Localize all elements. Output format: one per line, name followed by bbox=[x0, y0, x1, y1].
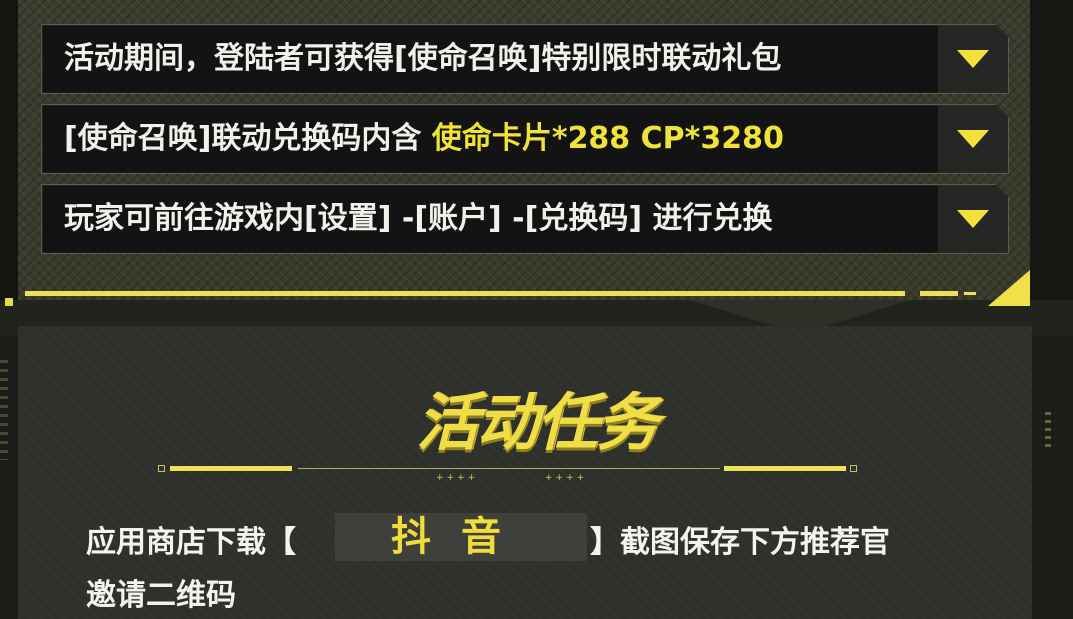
task-text: 应用商店下载【 bbox=[86, 525, 296, 560]
info-row-text: [使命召唤]联动兑换码内含 使命卡片*288 CP*3280 bbox=[64, 105, 784, 173]
title-thin-line bbox=[298, 468, 720, 469]
task-description-line-2: 邀请二维码 bbox=[86, 570, 236, 614]
row-text: [使命召唤]联动兑换码内含 bbox=[64, 121, 432, 156]
section-divider-segment bbox=[964, 292, 976, 295]
section-divider-segment bbox=[920, 291, 958, 296]
info-row-3[interactable]: 玩家可前往游戏内[设置] -[账户] -[兑换码] 进行兑换 bbox=[41, 184, 1009, 254]
title-stars-decoration: ++++ bbox=[436, 473, 479, 483]
task-description-line-1: 应用商店下载【 bbox=[86, 517, 296, 561]
title-underline bbox=[170, 466, 292, 471]
info-row-text: 玩家可前往游戏内[设置] -[账户] -[兑换码] 进行兑换 bbox=[64, 185, 773, 253]
chevron-down-icon bbox=[957, 130, 989, 148]
info-row-2[interactable]: [使命召唤]联动兑换码内含 使命卡片*288 CP*3280 bbox=[41, 104, 1009, 174]
decoration-square bbox=[5, 298, 13, 306]
left-edge bbox=[0, 0, 18, 310]
info-row-text: 活动期间，登陆者可获得[使命召唤]特别限时联动礼包 bbox=[64, 25, 781, 93]
title-underline bbox=[724, 466, 846, 471]
corner-decoration bbox=[988, 270, 1030, 306]
task-text: 】截图保存下方推荐官 bbox=[590, 525, 890, 560]
section-title: 活动任务 bbox=[416, 386, 658, 459]
row-highlight: 使命卡片*288 CP*3280 bbox=[431, 121, 784, 156]
chevron-down-icon bbox=[957, 50, 989, 68]
row-text: 活动期间，登陆者可获得[使命召唤]特别限时联动礼包 bbox=[64, 41, 782, 76]
chevron-down-icon bbox=[957, 210, 989, 228]
info-row-1[interactable]: 活动期间，登陆者可获得[使命召唤]特别限时联动礼包 bbox=[41, 24, 1009, 94]
app-name-box: 抖音 bbox=[335, 513, 587, 561]
expand-toggle-button[interactable] bbox=[938, 25, 1008, 93]
title-stars-decoration: ++++ bbox=[545, 473, 588, 483]
task-text: 邀请二维码 bbox=[86, 578, 236, 613]
task-description-line-1-tail: 】截图保存下方推荐官 bbox=[590, 517, 890, 561]
expand-toggle-button[interactable] bbox=[938, 105, 1008, 173]
title-line-end bbox=[158, 465, 165, 472]
expand-toggle-button[interactable] bbox=[938, 185, 1008, 253]
title-line-end bbox=[850, 465, 857, 472]
row-text: 玩家可前往游戏内[设置] -[账户] -[兑换码] 进行兑换 bbox=[64, 201, 773, 236]
right-edge bbox=[1030, 0, 1073, 310]
section-divider bbox=[25, 291, 905, 296]
